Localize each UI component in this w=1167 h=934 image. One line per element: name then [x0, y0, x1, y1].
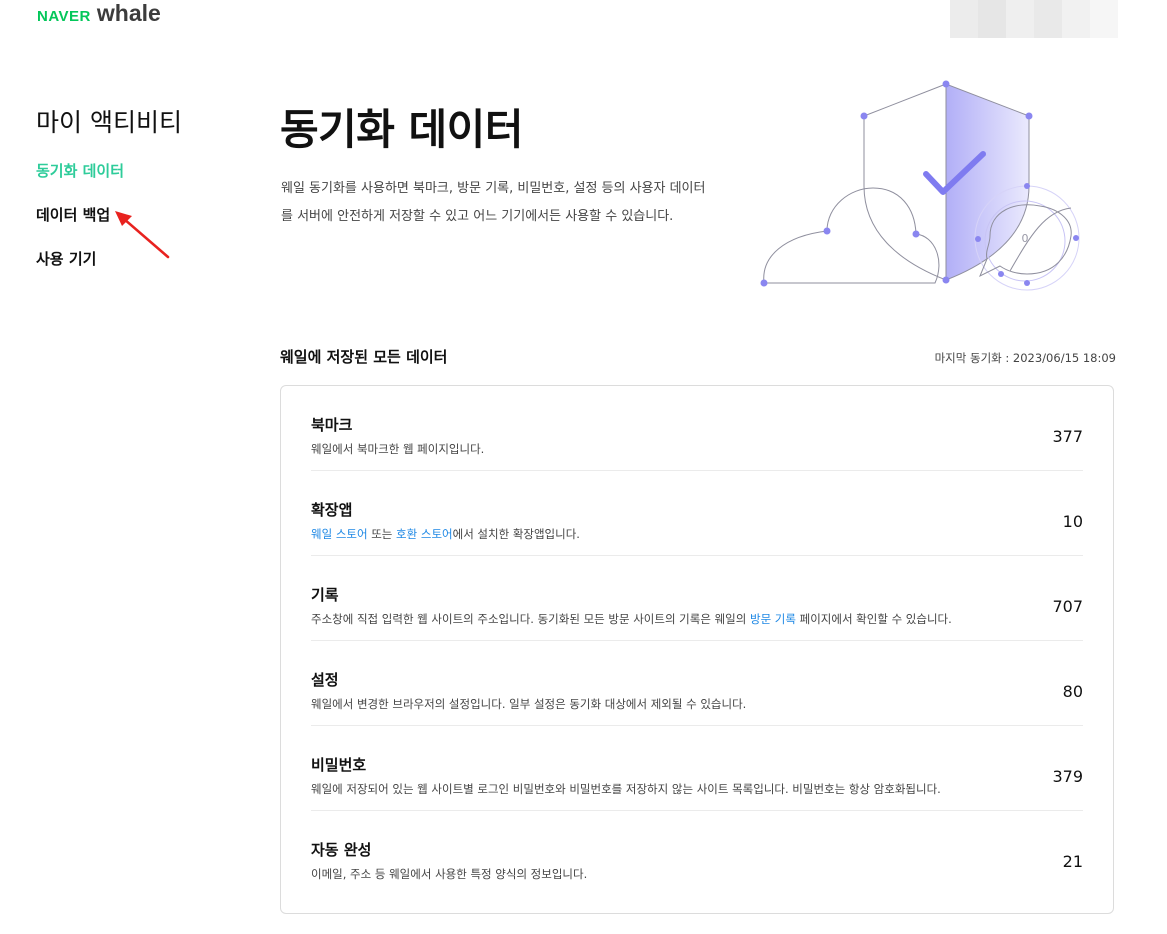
row-description: 이메일, 주소 등 웨일에서 사용한 특정 양식의 정보입니다.	[311, 866, 587, 882]
sidebar-item-data-backup[interactable]: 데이터 백업	[36, 204, 110, 225]
data-row-autofill: 자동 완성 이메일, 주소 등 웨일에서 사용한 특정 양식의 정보입니다. 2…	[311, 811, 1083, 896]
row-count: 10	[1062, 512, 1083, 531]
row-desc-text: 페이지에서 확인할 수 있습니다.	[795, 612, 952, 626]
sidebar-title: 마이 액티비티	[36, 108, 182, 137]
row-title: 설정	[311, 671, 339, 689]
shield-cloud-illustration: 0	[760, 80, 1080, 291]
data-row-extensions: 확장앱 웨일 스토어 또는 호환 스토어에서 설치한 확장앱입니다. 10	[311, 471, 1083, 556]
page-description-line-1: 웨일 동기화를 사용하면 북마크, 방문 기록, 비밀번호, 설정 등의 사용자…	[281, 181, 706, 196]
row-count: 21	[1062, 852, 1083, 871]
data-row-passwords: 비밀번호 웨일에 저장되어 있는 웹 사이트별 로그인 비밀번호와 비밀번호를 …	[311, 726, 1083, 811]
row-desc-text: 주소창에 직접 입력한 웹 사이트의 주소입니다. 동기화된 모든 방문 사이트…	[311, 612, 750, 626]
synced-data-card: 북마크 웨일에서 북마크한 웹 페이지입니다. 377 확장앱 웨일 스토어 또…	[280, 385, 1114, 914]
data-row-bookmarks: 북마크 웨일에서 북마크한 웹 페이지입니다. 377	[311, 386, 1083, 471]
row-count: 379	[1052, 767, 1083, 786]
row-title: 북마크	[311, 416, 353, 434]
row-count: 377	[1052, 427, 1083, 446]
visit-history-link[interactable]: 방문 기록	[750, 612, 796, 626]
profile-avatar-blurred[interactable]	[950, 0, 1118, 38]
row-desc-text: 이메일, 주소 등 웨일에서 사용한 특정 양식의 정보입니다.	[311, 867, 588, 881]
row-description: 웨일에서 변경한 브라우저의 설정입니다. 일부 설정은 동기화 대상에서 제외…	[311, 696, 746, 712]
row-count: 80	[1062, 682, 1083, 701]
row-count: 707	[1052, 597, 1083, 616]
row-title: 확장앱	[311, 501, 353, 519]
data-row-settings: 설정 웨일에서 변경한 브라우저의 설정입니다. 일부 설정은 동기화 대상에서…	[311, 641, 1083, 726]
row-title: 기록	[311, 586, 339, 604]
row-title: 비밀번호	[311, 756, 367, 774]
data-row-history: 기록 주소창에 직접 입력한 웹 사이트의 주소입니다. 동기화된 모든 방문 …	[311, 556, 1083, 641]
row-desc-text: 웨일에서 변경한 브라우저의 설정입니다. 일부 설정은 동기화 대상에서 제외…	[311, 697, 747, 711]
section-title: 웨일에 저장된 모든 데이터	[280, 348, 448, 366]
whale-store-link[interactable]: 웨일 스토어	[311, 527, 368, 541]
row-desc-text: 또는	[367, 527, 397, 541]
red-arrow-annotation	[115, 211, 170, 259]
sidebar-item-sync-data[interactable]: 동기화 데이터	[36, 160, 124, 181]
last-sync-timestamp: 마지막 동기화 : 2023/06/15 18:09	[934, 351, 1116, 365]
logo-whale-text: whale	[96, 0, 161, 26]
row-description: 웨일 스토어 또는 호환 스토어에서 설치한 확장앱입니다.	[311, 526, 580, 542]
page-description-line-2: 를 서버에 안전하게 저장할 수 있고 어느 기기에서든 사용할 수 있습니다.	[281, 209, 674, 224]
hero-counter: 0	[1022, 232, 1029, 245]
compatible-store-link[interactable]: 호환 스토어	[396, 527, 453, 541]
row-description: 웨일에 저장되어 있는 웹 사이트별 로그인 비밀번호와 비밀번호를 저장하지 …	[311, 781, 941, 797]
naver-whale-logo[interactable]: NAVER whale	[37, 0, 161, 27]
row-desc-text: 웨일에 저장되어 있는 웹 사이트별 로그인 비밀번호와 비밀번호를 저장하지 …	[311, 782, 941, 796]
row-title: 자동 완성	[311, 841, 372, 859]
sidebar-item-devices[interactable]: 사용 기기	[36, 248, 96, 269]
page-title: 동기화 데이터	[280, 105, 523, 154]
synced-data-list: 북마크 웨일에서 북마크한 웹 페이지입니다. 377 확장앱 웨일 스토어 또…	[311, 386, 1083, 896]
page-description: 웨일 동기화를 사용하면 북마크, 방문 기록, 비밀번호, 설정 등의 사용자…	[281, 175, 751, 231]
row-description: 웨일에서 북마크한 웹 페이지입니다.	[311, 441, 484, 457]
row-description: 주소창에 직접 입력한 웹 사이트의 주소입니다. 동기화된 모든 방문 사이트…	[311, 611, 952, 627]
row-desc-text: 웨일에서 북마크한 웹 페이지입니다.	[311, 442, 485, 456]
logo-naver-text: NAVER	[37, 8, 91, 25]
row-desc-text: 에서 설치한 확장앱입니다.	[452, 527, 580, 541]
